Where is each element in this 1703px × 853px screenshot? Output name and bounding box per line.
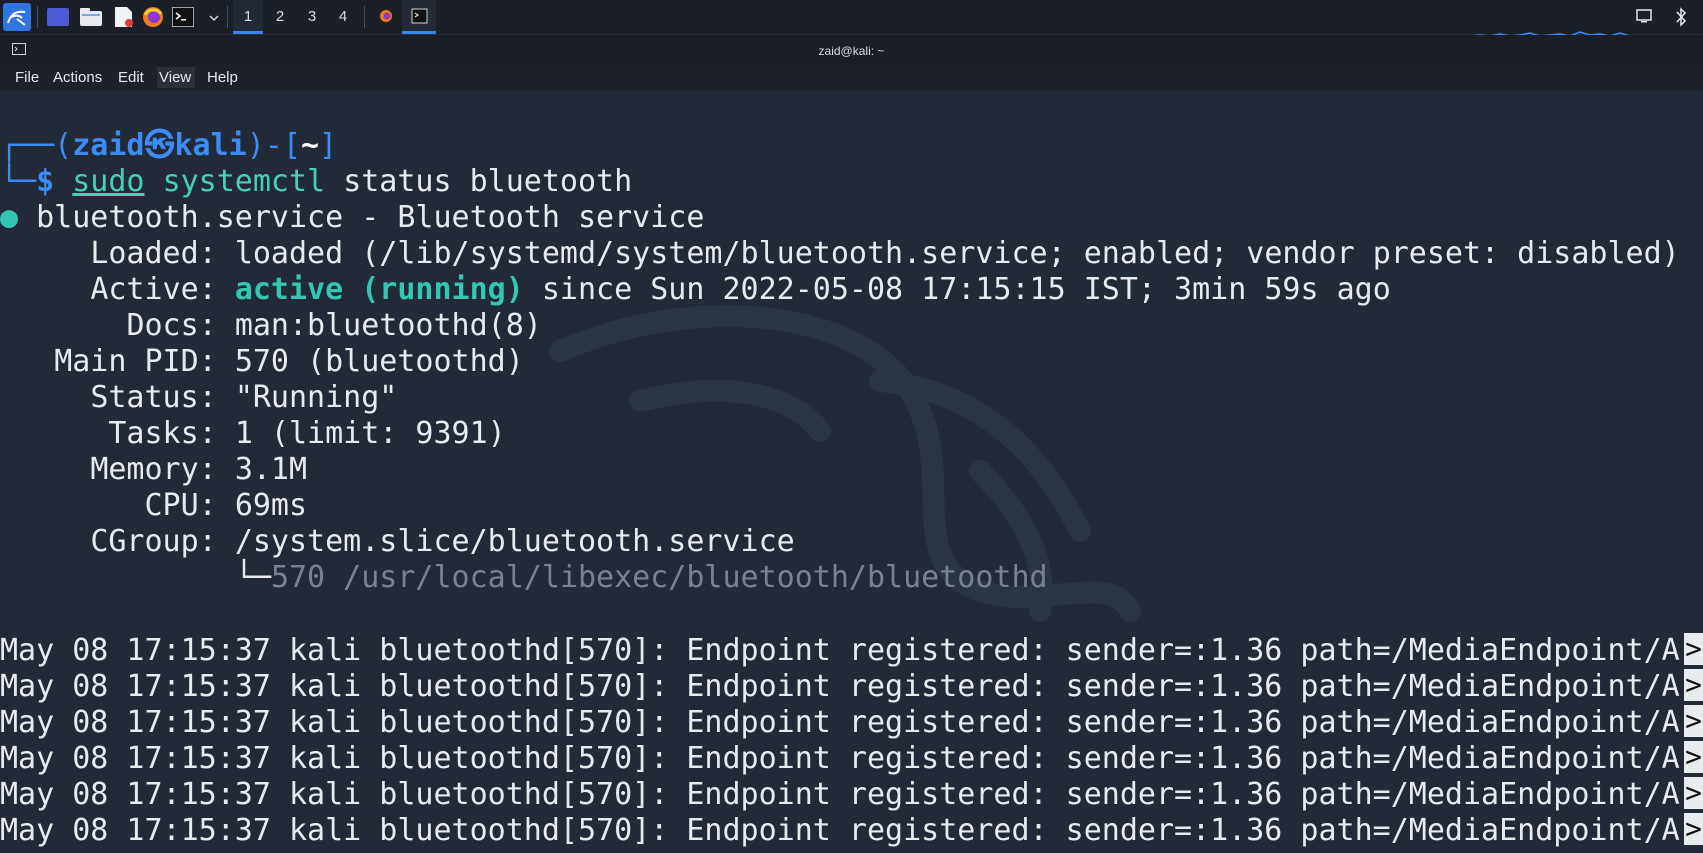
workspace-1[interactable]: 1 <box>233 0 263 34</box>
loaded-line: Loaded: loaded (/lib/systemd/system/blue… <box>0 236 1680 272</box>
menu-help[interactable]: Help <box>207 69 238 86</box>
truncate-marker: > <box>1684 632 1703 665</box>
window-titlebar: zaid@kali: ~ <box>0 35 1703 65</box>
prompt-corner: └─ <box>0 164 37 199</box>
log-line: May 08 17:15:37 kali bluetoothd[570]: En… <box>0 669 1703 705</box>
log-text: May 08 17:15:37 kali bluetoothd[570]: En… <box>0 669 1680 704</box>
window-title: zaid@kali: ~ <box>818 44 885 58</box>
status-line: Status: "Running" <box>0 380 397 416</box>
menu-edit[interactable]: Edit <box>118 69 144 86</box>
prompt-host-separator: ㉿ <box>144 128 175 163</box>
prompt-user: zaid <box>72 128 145 163</box>
cgroup-line: CGroup: /system.slice/bluetooth.service <box>0 524 795 560</box>
active-state: active (running) <box>234 272 524 307</box>
cgroup-tree: └─ <box>234 560 271 595</box>
taskbar-firefox[interactable] <box>369 0 403 34</box>
command-name: systemctl <box>162 164 326 199</box>
log-line: May 08 17:15:37 kali bluetoothd[570]: En… <box>0 777 1703 813</box>
command-sudo: sudo <box>72 164 145 199</box>
firefox-icon[interactable] <box>142 6 164 28</box>
taskbar-terminal[interactable] <box>402 0 436 34</box>
status-value: "Running" <box>234 380 398 415</box>
panel-separator <box>227 6 228 28</box>
active-line: Active: active (running) since Sun 2022-… <box>0 272 1391 308</box>
menu-actions[interactable]: Actions <box>53 69 102 86</box>
show-desktop-icon[interactable] <box>47 8 69 26</box>
memory-value: 3.1M <box>234 452 308 487</box>
terminal-launcher-icon[interactable] <box>171 6 195 28</box>
pid-line: Main PID: 570 (bluetoothd) <box>0 344 524 380</box>
active-label: Active: <box>90 272 217 307</box>
workspace-2[interactable]: 2 <box>265 0 295 34</box>
loaded-value: loaded (/lib/systemd/system/bluetooth.se… <box>234 236 1680 271</box>
tasks-value: 1 (limit: 9391) <box>234 416 506 451</box>
service-status-dot: ● <box>0 200 19 235</box>
memory-line: Memory: 3.1M <box>0 452 307 488</box>
prompt-frame-end: ] <box>319 128 338 163</box>
active-since: since Sun 2022-05-08 17:15:15 IST; 3min … <box>541 272 1391 307</box>
menu-file[interactable]: File <box>15 69 39 86</box>
command-line: └─$ sudo systemctl status bluetooth <box>0 164 632 200</box>
log-text: May 08 17:15:37 kali bluetoothd[570]: En… <box>0 813 1680 848</box>
text-editor-icon[interactable] <box>114 6 134 28</box>
log-text: May 08 17:15:37 kali bluetoothd[570]: En… <box>0 777 1680 812</box>
command-args: status bluetooth <box>343 164 633 199</box>
docs-line: Docs: man:bluetoothd(8) <box>0 308 542 344</box>
bluetooth-icon[interactable] <box>1674 7 1688 27</box>
log-line: May 08 17:15:37 kali bluetoothd[570]: En… <box>0 633 1703 669</box>
memory-label: Memory: <box>90 452 217 487</box>
truncate-marker: > <box>1684 740 1703 773</box>
display-icon[interactable] <box>1636 9 1652 23</box>
pid-label: Main PID: <box>54 344 217 379</box>
pid-value: 570 (bluetoothd) <box>234 344 524 379</box>
prompt-dollar: $ <box>36 164 55 199</box>
kali-menu-icon[interactable] <box>3 3 31 31</box>
truncate-marker: > <box>1684 704 1703 737</box>
panel-separator <box>364 6 365 28</box>
tasks-label: Tasks: <box>108 416 217 451</box>
cgroup-process: 570 /usr/local/libexec/bluetooth/bluetoo… <box>270 560 1048 595</box>
cgroup-value: /system.slice/bluetooth.service <box>234 524 795 559</box>
workspace-3[interactable]: 3 <box>297 0 327 34</box>
prompt-host: kali <box>174 128 247 163</box>
service-header-line: ● bluetooth.service - Bluetooth service <box>0 200 704 236</box>
panel-separator <box>37 6 38 28</box>
top-panel: 1 2 3 4 <box>0 0 1703 37</box>
docs-value: man:bluetoothd(8) <box>234 308 542 343</box>
truncate-marker: > <box>1684 776 1703 809</box>
prompt-path: ~ <box>300 128 319 163</box>
workspace-4[interactable]: 4 <box>328 0 358 34</box>
log-text: May 08 17:15:37 kali bluetoothd[570]: En… <box>0 741 1680 776</box>
truncate-marker: > <box>1684 668 1703 701</box>
docs-label: Docs: <box>126 308 217 343</box>
file-manager-icon[interactable] <box>80 8 102 26</box>
cpu-label: CPU: <box>144 488 217 523</box>
log-line: May 08 17:15:37 kali bluetoothd[570]: En… <box>0 705 1703 741</box>
cgroup-process-line: └─570 /usr/local/libexec/bluetooth/bluet… <box>0 560 1048 596</box>
service-header: bluetooth.service - Bluetooth service <box>36 200 705 235</box>
prompt-frame-open: ┌──( <box>0 128 73 163</box>
log-text: May 08 17:15:37 kali bluetoothd[570]: En… <box>0 705 1680 740</box>
chevron-down-icon[interactable] <box>208 11 220 23</box>
network-monitor-graph <box>1469 24 1631 37</box>
log-line: May 08 17:15:37 kali bluetoothd[570]: En… <box>0 813 1703 849</box>
prompt-frame-close: )-[ <box>246 128 301 163</box>
log-line: May 08 17:15:37 kali bluetoothd[570]: En… <box>0 741 1703 777</box>
prompt-line: ┌──(zaid㉿kali)-[~] <box>0 128 337 164</box>
menubar: File Actions Edit View Help <box>0 65 1703 91</box>
status-label: Status: <box>90 380 217 415</box>
log-text: May 08 17:15:37 kali bluetoothd[570]: En… <box>0 633 1680 668</box>
loaded-label: Loaded: <box>90 236 217 271</box>
cpu-value: 69ms <box>234 488 308 523</box>
menu-view[interactable]: View <box>157 67 196 88</box>
cgroup-label: CGroup: <box>90 524 217 559</box>
terminal-output[interactable]: ┌──(zaid㉿kali)-[~] └─$ sudo systemctl st… <box>0 91 1703 853</box>
truncate-marker: > <box>1684 812 1703 845</box>
tasks-line: Tasks: 1 (limit: 9391) <box>0 416 506 452</box>
cpu-line: CPU: 69ms <box>0 488 308 524</box>
